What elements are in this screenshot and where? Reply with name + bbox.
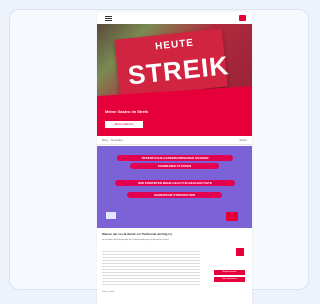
strike-sign: HEUTE STREIK — [114, 28, 230, 98]
meta-left: Blog · Aktuelles — [102, 138, 123, 142]
hero-title: Meine Gastro im Streik — [105, 109, 149, 114]
promo-line-4: GEMEINSAM STREIKEN WIR — [127, 192, 222, 198]
promo-line-3: WIR ERWARTEN MEHR GELD FÜR BESCHÄFTIGTE — [115, 180, 235, 186]
article-meta: Datum · Autor — [102, 291, 115, 293]
sign-top-text: HEUTE — [154, 37, 195, 53]
article-paragraph — [102, 272, 200, 286]
promo-line-2: KOMMUNEN STÄRKEN — [130, 163, 219, 169]
article-subtitle: ver.di erklärt die Hintergründe der Tari… — [102, 239, 169, 241]
side-badge — [236, 248, 244, 256]
article-title: Warum der ver.di-Streik zur Tarifrunde w… — [102, 232, 172, 236]
hero-cta-button[interactable]: Mehr erfahren — [105, 121, 143, 128]
partner-logo — [106, 212, 116, 219]
member-button[interactable]: Mitglied werden — [214, 270, 245, 275]
brand-icon[interactable] — [239, 15, 246, 21]
promo-line-1: ÖFFENTLICHE DASEINSVORSORGE SICHERN — [117, 155, 233, 161]
sign-main-text: STREIK — [126, 50, 231, 91]
article-paragraph — [102, 251, 200, 271]
hero-banner: HEUTE STREIK Meine Gastro im Streik Mehr… — [97, 24, 252, 136]
meta-strip: Blog · Aktuelles Teilen — [97, 136, 252, 145]
verdi-logo — [226, 212, 238, 221]
share-link[interactable]: Teilen — [239, 138, 247, 142]
mobile-preview: HEUTE STREIK Meine Gastro im Streik Mehr… — [97, 12, 252, 304]
menu-icon[interactable] — [105, 16, 112, 21]
top-navigation — [97, 12, 252, 24]
app-card: HEUTE STREIK Meine Gastro im Streik Mehr… — [9, 9, 309, 304]
article-body: Datum · Autor Mitglied werden Jetzt info… — [102, 248, 247, 302]
promo-graphic: ÖFFENTLICHE DASEINSVORSORGE SICHERN KOMM… — [97, 146, 252, 228]
info-button[interactable]: Jetzt informieren — [214, 277, 245, 282]
